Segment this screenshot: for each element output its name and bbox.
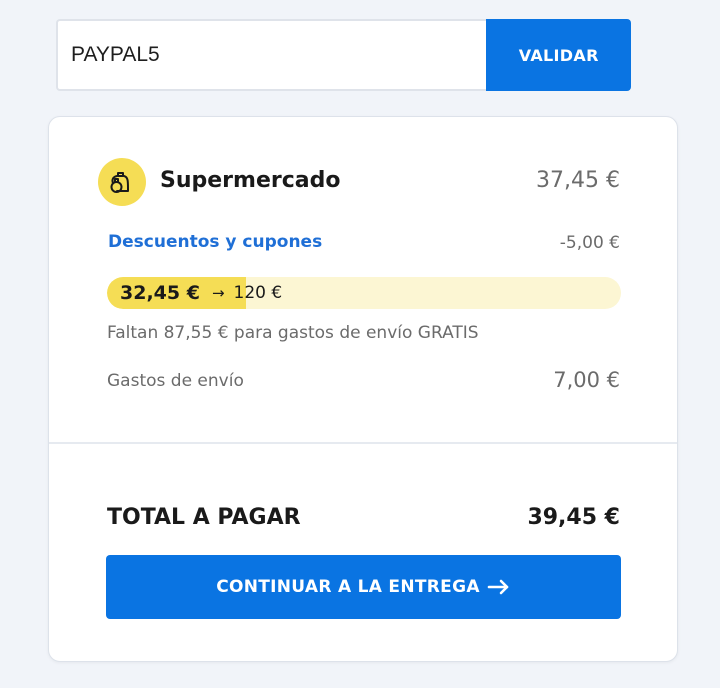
free-shipping-progress-bar: 32,45 € → 120 € [107, 277, 621, 309]
coupon-form: VALIDAR [56, 19, 631, 91]
store-name: Supermercado [160, 168, 341, 193]
store-subtotal: 37,45 € [536, 168, 620, 193]
summary-divider [49, 442, 677, 444]
order-summary-card: Supermercado 37,45 € Descuentos y cupone… [48, 116, 678, 662]
progress-current-amount: 32,45 € [120, 282, 200, 304]
coupon-code-input[interactable] [56, 19, 487, 91]
free-shipping-note: Faltan 87,55 € para gastos de envío GRAT… [107, 323, 479, 343]
discounts-and-coupons-link[interactable]: Descuentos y cupones [108, 232, 322, 252]
grocery-bottles-icon [98, 158, 146, 206]
discount-amount: -5,00 € [559, 233, 620, 253]
arrow-right-icon [487, 579, 511, 595]
total-amount: 39,45 € [527, 505, 620, 530]
continue-button-label: CONTINUAR A LA ENTREGA [216, 577, 480, 597]
free-shipping-progress-labels: 32,45 € → 120 € [120, 277, 282, 309]
continue-to-delivery-button[interactable]: CONTINUAR A LA ENTREGA [106, 555, 621, 619]
progress-arrow-icon: → [211, 284, 225, 302]
shipping-cost-label: Gastos de envío [107, 371, 244, 391]
total-label: TOTAL A PAGAR [107, 505, 301, 530]
progress-goal-amount: 120 € [233, 283, 283, 303]
validate-coupon-button[interactable]: VALIDAR [486, 19, 631, 91]
shipping-cost-value: 7,00 € [553, 368, 620, 392]
